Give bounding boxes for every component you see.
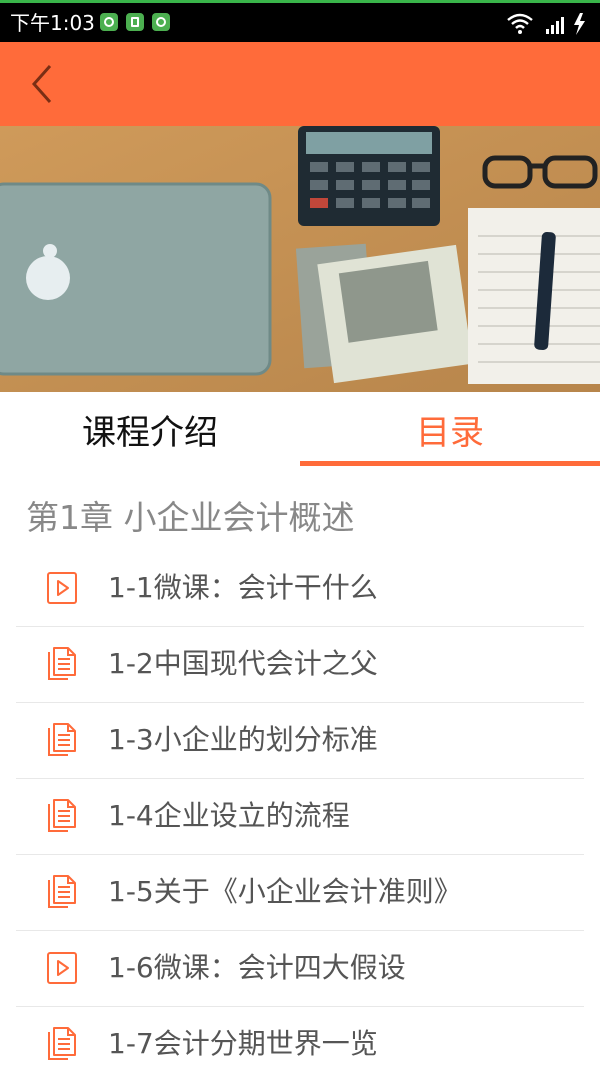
lesson-label: 1-3小企业的划分标准: [108, 723, 378, 756]
document-icon: [48, 647, 76, 680]
lesson-label: 1-7会计分期世界一览: [108, 1027, 378, 1060]
lesson-label: 1-4企业设立的流程: [108, 799, 350, 832]
status-bar: 下午1:03: [0, 0, 600, 42]
wifi-icon: [507, 13, 533, 34]
system-status-icons: [507, 13, 585, 35]
app-bar: [0, 42, 600, 126]
document-notification-icon: [126, 13, 144, 31]
lesson-item[interactable]: 1-1微课：会计干什么: [16, 551, 584, 627]
lesson-label: 1-2中国现代会计之父: [108, 647, 378, 680]
active-tab-indicator: [300, 461, 600, 466]
lesson-item[interactable]: 1-4企业设立的流程: [16, 779, 584, 855]
video-play-icon: [47, 952, 77, 984]
tab-course-intro[interactable]: 课程介绍: [0, 392, 300, 466]
tab-catalog[interactable]: 目录: [300, 392, 600, 466]
lesson-item[interactable]: 1-5关于《小企业会计准则》: [16, 855, 584, 931]
lesson-item[interactable]: 1-7会计分期世界一览: [16, 1007, 584, 1083]
lesson-item[interactable]: 1-6微课：会计四大假设: [16, 931, 584, 1007]
lesson-label: 1-5关于《小企业会计准则》: [108, 875, 462, 908]
tab-bar: 课程介绍 目录: [0, 392, 600, 466]
lesson-label: 1-1微课：会计干什么: [108, 571, 378, 604]
signal-icon: [546, 17, 564, 34]
charging-icon: [574, 13, 585, 35]
document-icon: [48, 799, 76, 832]
lesson-item[interactable]: 1-3小企业的划分标准: [16, 703, 584, 779]
lesson-label: 1-6微课：会计四大假设: [108, 951, 406, 984]
app-notification-icon: [100, 13, 118, 31]
document-icon: [48, 875, 76, 908]
chapter-title: 第1章 小企业会计概述: [26, 498, 355, 537]
chevron-left-icon[interactable]: [22, 62, 66, 106]
document-icon: [48, 1027, 76, 1060]
app-notification-icon: [152, 13, 170, 31]
video-play-icon: [47, 572, 77, 604]
document-icon: [48, 723, 76, 756]
lesson-item[interactable]: 1-2中国现代会计之父: [16, 627, 584, 703]
course-cover-image: [0, 126, 600, 392]
lesson-list: 1-1微课：会计干什么 1-2中国现代会计之父 1-3小企业的划分标准 1-4企业设立…: [16, 551, 584, 1083]
status-time: 下午1:03: [10, 11, 95, 35]
